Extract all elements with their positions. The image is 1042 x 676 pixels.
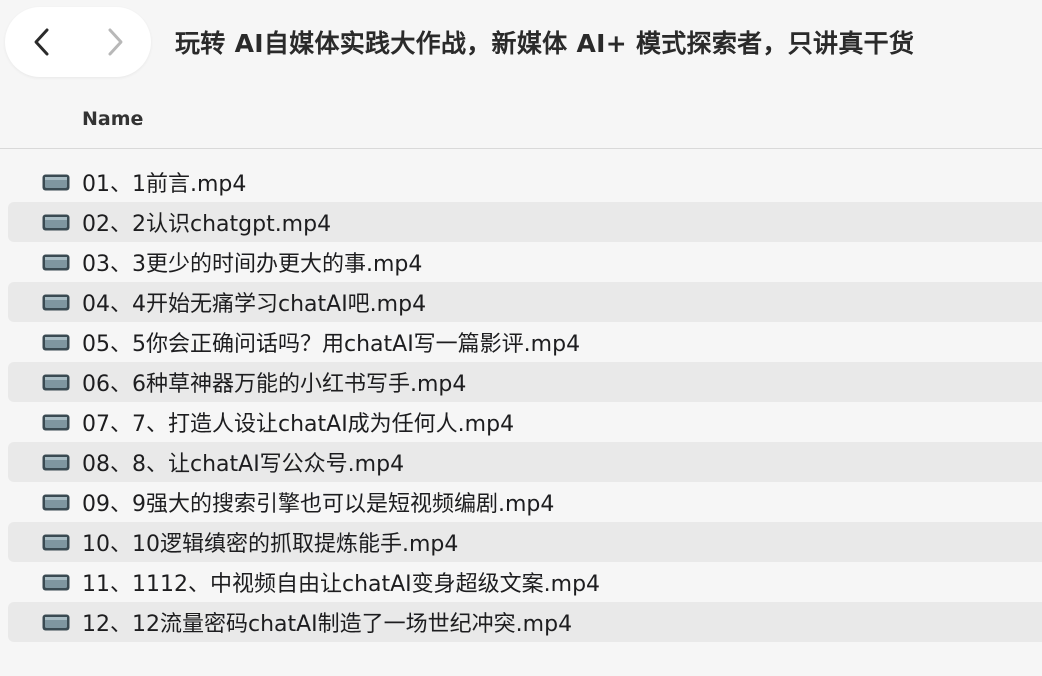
video-file-icon xyxy=(42,254,70,270)
file-row[interactable]: 05、5你会正确问话吗？用chatAI写一篇影评.mp4 xyxy=(8,322,1042,362)
file-name: 11、1112、中视频自由让chatAI变身超级文案.mp4 xyxy=(82,572,601,597)
file-row[interactable]: 02、2认识chatgpt.mp4 xyxy=(8,202,1042,242)
video-file-icon xyxy=(42,454,70,470)
video-file-icon xyxy=(42,534,70,550)
file-name: 07、7、打造人设让chatAI成为任何人.mp4 xyxy=(82,412,515,437)
file-list: 01、1前言.mp4 02、2认识chatgpt.mp4 03、3更少的时间办更… xyxy=(8,162,1042,642)
navigation-buttons xyxy=(5,7,151,77)
file-row[interactable]: 03、3更少的时间办更大的事.mp4 xyxy=(8,242,1042,282)
file-name: 08、8、让chatAI写公众号.mp4 xyxy=(82,452,405,477)
file-name: 12、12流量密码chatAI制造了一场世纪冲突.mp4 xyxy=(82,612,573,637)
window-title: 玩转 AI自媒体实践大作战，新媒体 AI+ 模式探索者，只讲真干货 xyxy=(175,29,915,58)
file-row[interactable]: 01、1前言.mp4 xyxy=(8,162,1042,202)
file-row[interactable]: 08、8、让chatAI写公众号.mp4 xyxy=(8,442,1042,482)
file-name: 01、1前言.mp4 xyxy=(82,172,247,197)
video-file-icon xyxy=(42,174,70,190)
back-button[interactable] xyxy=(5,7,78,77)
video-file-icon xyxy=(42,614,70,630)
file-name: 05、5你会正确问话吗？用chatAI写一篇影评.mp4 xyxy=(82,332,581,357)
forward-button[interactable] xyxy=(78,7,151,77)
video-file-icon xyxy=(42,574,70,590)
file-row[interactable]: 11、1112、中视频自由让chatAI变身超级文案.mp4 xyxy=(8,562,1042,602)
video-file-icon xyxy=(42,414,70,430)
file-row[interactable]: 12、12流量密码chatAI制造了一场世纪冲突.mp4 xyxy=(8,602,1042,642)
chevron-right-icon xyxy=(108,28,122,56)
file-row[interactable]: 10、10逻辑缜密的抓取提炼能手.mp4 xyxy=(8,522,1042,562)
file-name: 06、6种草神器万能的小红书写手.mp4 xyxy=(82,372,467,397)
video-file-icon xyxy=(42,374,70,390)
file-name: 03、3更少的时间办更大的事.mp4 xyxy=(82,252,423,277)
video-file-icon xyxy=(42,334,70,350)
video-file-icon xyxy=(42,494,70,510)
video-file-icon xyxy=(42,294,70,310)
file-row[interactable]: 04、4开始无痛学习chatAI吧.mp4 xyxy=(8,282,1042,322)
file-name: 04、4开始无痛学习chatAI吧.mp4 xyxy=(82,292,427,317)
list-column-header: Name xyxy=(0,88,1042,149)
window-titlebar: 玩转 AI自媒体实践大作战，新媒体 AI+ 模式探索者，只讲真干货 xyxy=(0,0,1042,88)
file-row[interactable]: 07、7、打造人设让chatAI成为任何人.mp4 xyxy=(8,402,1042,442)
column-header-name[interactable]: Name xyxy=(82,108,143,130)
video-file-icon xyxy=(42,214,70,230)
file-row[interactable]: 09、9强大的搜索引擎也可以是短视频编剧.mp4 xyxy=(8,482,1042,522)
file-row[interactable]: 06、6种草神器万能的小红书写手.mp4 xyxy=(8,362,1042,402)
file-name: 10、10逻辑缜密的抓取提炼能手.mp4 xyxy=(82,532,459,557)
file-name: 09、9强大的搜索引擎也可以是短视频编剧.mp4 xyxy=(82,492,555,517)
chevron-left-icon xyxy=(34,28,48,56)
file-name: 02、2认识chatgpt.mp4 xyxy=(82,212,332,237)
